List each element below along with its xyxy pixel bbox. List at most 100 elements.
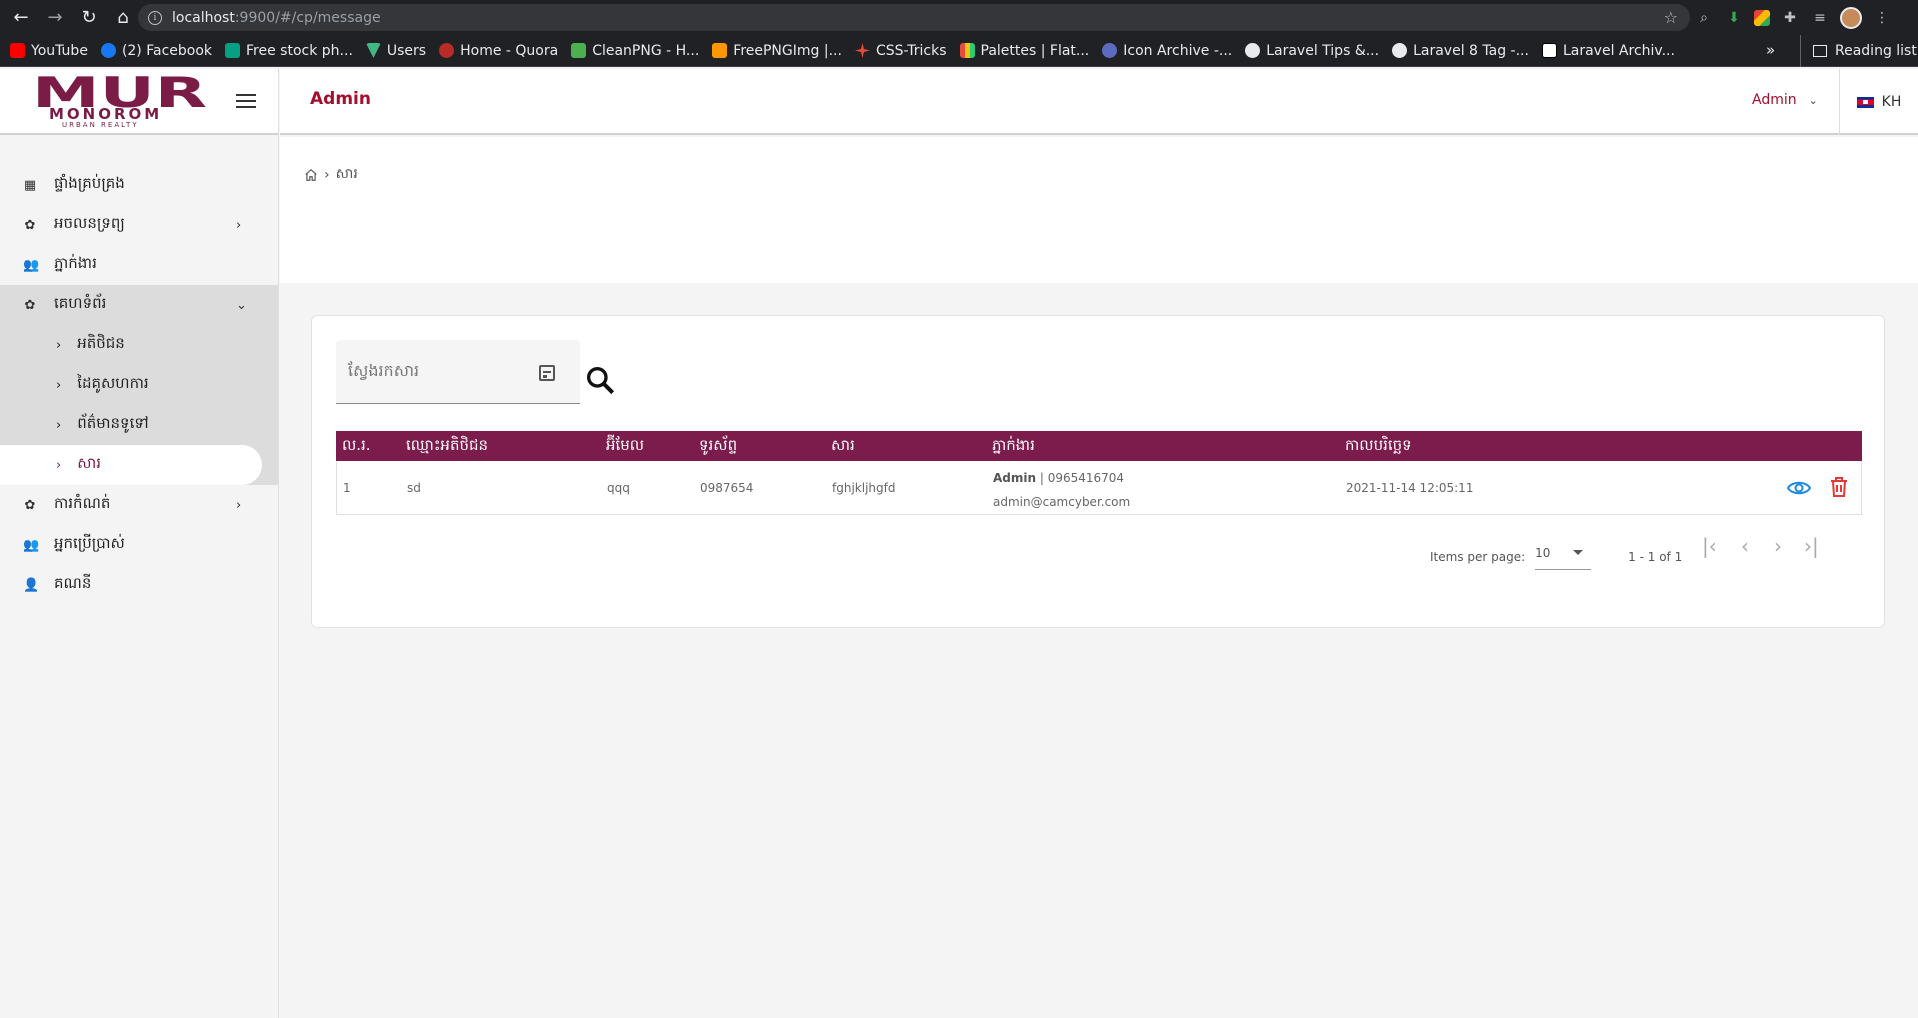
bookmark[interactable]: Laravel Archiv... <box>1541 42 1675 59</box>
freepngimg-icon <box>712 43 728 58</box>
sidebar-item-label: សារ <box>77 454 102 472</box>
sidebar-item-account[interactable]: 👤 គណនី <box>0 565 278 605</box>
dropdown-caret-icon <box>1573 550 1584 555</box>
sidebar-subitem-partners[interactable]: › ដៃគូសហការ <box>0 365 278 405</box>
reading-list-button[interactable]: Reading list <box>1800 35 1917 67</box>
eye-icon[interactable] <box>1787 476 1811 500</box>
sidebar-subitem-messages[interactable]: › សារ <box>0 445 262 485</box>
breadcrumb-bar: › សារ <box>280 137 1918 283</box>
color-extension-icon[interactable] <box>1754 10 1770 26</box>
sidebar-item-label: គណនី <box>54 574 92 592</box>
bookmark-star-icon[interactable]: ☆ <box>1664 8 1678 27</box>
search-input[interactable]: ស្វែងរកសារ <box>336 340 580 404</box>
bookmark[interactable]: Laravel Tips &... <box>1245 43 1379 59</box>
next-page-icon[interactable]: › <box>1774 534 1782 558</box>
sidebar: MUR MONOROM URBAN REALTY ▦ ផ្ទាំងគ្រប់គ្… <box>0 69 279 1018</box>
home-icon[interactable] <box>304 168 318 182</box>
breadcrumb-separator: › <box>324 166 330 183</box>
language-label: KH <box>1881 94 1902 110</box>
reading-list-icon <box>1813 45 1827 57</box>
trash-icon[interactable] <box>1829 476 1849 498</box>
info-icon[interactable]: i <box>148 10 162 25</box>
bookmark[interactable]: Home - Quora <box>439 43 558 59</box>
forward-icon[interactable]: → <box>42 5 68 31</box>
bookmark[interactable]: YouTube <box>10 43 88 59</box>
user-menu[interactable]: Admin ⌄ <box>1752 92 1818 108</box>
sidebar-menu: ▦ ផ្ទាំងគ្រប់គ្រង ✿ អចលនទ្រព្យ › 👥 ភ្នាក… <box>0 165 278 605</box>
browser-toolbar: ← → ↻ ⌂ i localhost :9900/#/cp/message ☆… <box>0 0 1918 35</box>
facebook-icon <box>100 43 116 58</box>
sidebar-item-settings[interactable]: ✿ ការកំណត់ › <box>0 485 278 525</box>
bookmark[interactable]: Free stock ph... <box>225 43 353 59</box>
bookmark[interactable]: Users <box>365 43 426 59</box>
download-extension-icon[interactable]: ⬇ <box>1724 8 1744 28</box>
reading-list-label: Reading list <box>1835 43 1917 59</box>
extensions: ⌕ ⬇ ✚ ≡ ⋮ <box>1694 7 1892 29</box>
sidebar-subitem-customers[interactable]: › អតិថិជន <box>0 325 278 365</box>
bookmark-label: Laravel Archiv... <box>1562 42 1675 59</box>
dashboard-icon: ▦ <box>23 177 37 193</box>
sidebar-item-website[interactable]: ✿ គេហទំព័រ ⌄ <box>0 285 278 325</box>
logo-tagline: URBAN REALTY <box>62 121 139 129</box>
paginator: Items per page: 10 1 - 1 of 1 |‹ ‹ › ›| <box>1430 534 1819 570</box>
table-row: 1 sd qqq 0987654 fghjkljhgfd Admin | 096… <box>336 461 1862 515</box>
gear-icon: ✿ <box>24 497 36 513</box>
bookmark[interactable]: Laravel 8 Tag -... <box>1392 43 1529 59</box>
bookmark[interactable]: (2) Facebook <box>100 43 212 59</box>
gear-icon: ✿ <box>24 217 36 233</box>
last-page-icon[interactable]: ›| <box>1804 534 1819 558</box>
bookmark-label: Palettes | Flat... <box>980 42 1090 59</box>
palettes-icon <box>959 43 975 58</box>
back-icon[interactable]: ← <box>8 5 34 31</box>
sidebar-item-users[interactable]: 👥 អ្នកប្រើប្រាស់ <box>0 525 278 565</box>
profile-avatar[interactable] <box>1840 7 1862 29</box>
reload-icon[interactable]: ↻ <box>76 5 102 31</box>
calendar-icon[interactable] <box>539 365 555 381</box>
pexels-icon <box>225 43 241 58</box>
user-name: Admin <box>1752 92 1797 108</box>
laravel-tag-icon <box>1392 43 1408 58</box>
logo-area: MUR MONOROM URBAN REALTY <box>0 69 278 135</box>
sidebar-subitem-general-info[interactable]: › ព័ត៌មានទូទៅ <box>0 405 278 445</box>
messages-card: ស្វែងរកសារ ល.រ. ឈ្មោះអតិថិជន អ៊ីមែល ទូរស… <box>311 315 1885 628</box>
bookmark[interactable]: CleanPNG - H... <box>571 43 699 59</box>
previous-page-icon[interactable]: ‹ <box>1741 534 1749 558</box>
search-extension-icon[interactable]: ⌕ <box>1694 8 1714 28</box>
bookmark-label: FreePNGImg |... <box>733 42 842 59</box>
media-icon[interactable]: ≡ <box>1810 8 1830 28</box>
bookmark[interactable]: FreePNGImg |... <box>712 43 842 59</box>
address-bar[interactable]: i localhost :9900/#/cp/message ☆ <box>138 4 1690 31</box>
cambodia-flag-icon <box>1856 96 1874 108</box>
bookmark[interactable]: CSS-Tricks <box>854 43 947 59</box>
home-icon[interactable]: ⌂ <box>110 5 136 31</box>
cell-message: fghjkljhgfd <box>832 481 896 495</box>
sidebar-item-label: ភ្នាក់ងារ <box>54 254 97 272</box>
bookmark-label: Laravel Tips &... <box>1266 42 1380 59</box>
hamburger-menu-icon[interactable] <box>236 94 256 108</box>
cell-date: 2021-11-14 12:05:11 <box>1346 481 1474 495</box>
kebab-menu-icon[interactable]: ⋮ <box>1872 8 1892 28</box>
quora-icon <box>439 43 455 58</box>
bookmark[interactable]: Palettes | Flat... <box>959 42 1090 59</box>
sidebar-item-property[interactable]: ✿ អចលនទ្រព្យ › <box>0 205 278 245</box>
sidebar-item-dashboard[interactable]: ▦ ផ្ទាំងគ្រប់គ្រង <box>0 165 278 205</box>
agent-phone: | 0965416704 <box>1036 471 1125 485</box>
puzzle-icon[interactable]: ✚ <box>1780 8 1800 28</box>
language-switcher[interactable]: KH <box>1839 69 1918 135</box>
breadcrumb-current: សារ <box>335 166 358 182</box>
bookmarks-bar: YouTube (2) Facebook Free stock ph... Us… <box>0 35 1918 67</box>
sidebar-item-label: គេហទំព័រ <box>54 294 107 312</box>
topbar: Admin Admin ⌄ KH <box>280 69 1918 135</box>
sidebar-item-agents[interactable]: 👥 ភ្នាក់ងារ <box>0 245 278 285</box>
search-icon[interactable] <box>584 364 616 396</box>
more-bookmarks-icon[interactable]: » <box>1766 41 1775 59</box>
col-agent: ភ្នាក់ងារ <box>992 436 1035 454</box>
app: MUR MONOROM URBAN REALTY ▦ ផ្ទាំងគ្រប់គ្… <box>0 69 1918 1018</box>
youtube-icon <box>10 43 25 58</box>
page-range: 1 - 1 of 1 <box>1628 550 1683 564</box>
items-per-page-select[interactable]: 10 <box>1535 544 1592 570</box>
first-page-icon[interactable]: |‹ <box>1702 534 1717 558</box>
cell-customer-name: sd <box>407 481 421 495</box>
page-title: Admin <box>310 89 371 109</box>
bookmark[interactable]: Icon Archive -... <box>1102 43 1232 59</box>
